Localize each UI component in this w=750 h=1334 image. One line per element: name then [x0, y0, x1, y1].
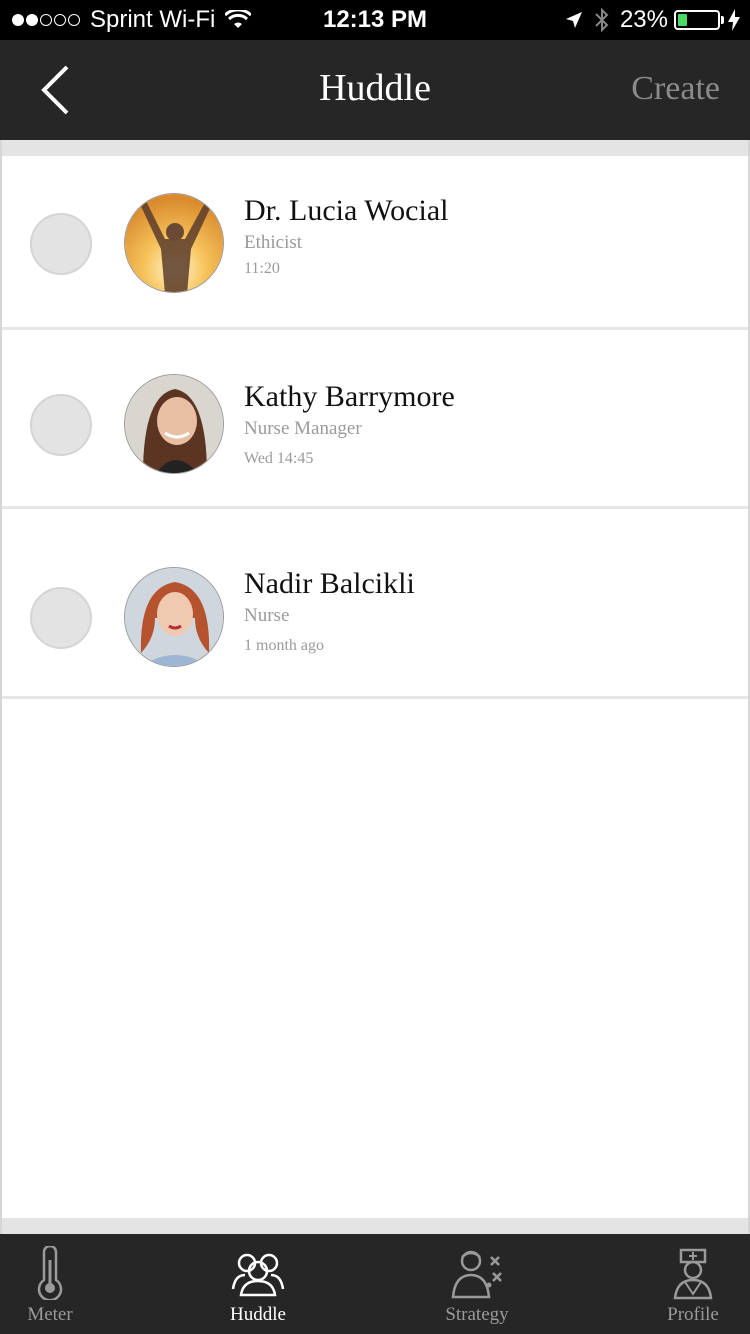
select-checkbox[interactable]	[30, 587, 92, 649]
avatar	[124, 567, 224, 667]
thermometer-icon	[37, 1246, 63, 1300]
contact-name: Dr. Lucia Wocial	[244, 194, 449, 227]
contact-list: Dr. Lucia Wocial Ethicist 11:20 Kathy Ba…	[0, 140, 750, 1234]
tab-label: Huddle	[230, 1304, 286, 1325]
avatar	[124, 374, 224, 474]
strategy-person-icon	[451, 1250, 502, 1299]
avatar	[124, 193, 224, 293]
bluetooth-icon	[595, 7, 609, 33]
list-bottom-divider	[2, 1218, 748, 1234]
contact-time: 1 month ago	[244, 637, 324, 654]
location-arrow-icon	[565, 12, 582, 28]
tab-label: Strategy	[445, 1304, 509, 1325]
tab-label: Meter	[27, 1304, 73, 1325]
contact-time: 11:20	[244, 260, 280, 277]
contact-name: Kathy Barrymore	[244, 380, 455, 413]
contact-time: Wed 14:45	[244, 450, 314, 467]
contact-row[interactable]: Dr. Lucia Wocial Ethicist 11:20	[2, 156, 748, 330]
contact-row[interactable]: Nadir Balcikli Nurse 1 month ago	[2, 509, 748, 699]
contact-name: Nadir Balcikli	[244, 567, 415, 600]
battery-icon	[674, 10, 720, 30]
contact-role: Nurse Manager	[244, 418, 362, 439]
battery-percent: 23%	[619, 6, 668, 33]
select-checkbox[interactable]	[30, 213, 92, 275]
status-bar: Sprint Wi-Fi 12:13 PM 23%	[0, 0, 750, 40]
contact-text: Nadir Balcikli Nurse 1 month ago	[244, 567, 415, 655]
tab-bar: Meter Huddle Strategy Profile	[0, 1234, 750, 1334]
tab-label: Profile	[667, 1304, 719, 1325]
contact-role: Ethicist	[244, 232, 303, 253]
tab-huddle[interactable]: Huddle	[198, 1244, 318, 1326]
status-right: 23%	[564, 6, 740, 34]
nurse-icon	[673, 1248, 713, 1300]
create-button[interactable]: Create	[631, 70, 720, 108]
contact-text: Kathy Barrymore Nurse Manager Wed 14:45	[244, 380, 455, 468]
navigation-bar: Huddle Create	[0, 40, 750, 140]
select-checkbox[interactable]	[30, 394, 92, 456]
tab-meter[interactable]: Meter	[0, 1244, 110, 1326]
contact-role: Nurse	[244, 605, 290, 626]
tab-strategy[interactable]: Strategy	[417, 1244, 537, 1326]
list-top-divider	[2, 140, 748, 156]
group-icon	[231, 1253, 285, 1297]
charging-bolt-icon	[728, 9, 740, 31]
contact-row[interactable]: Kathy Barrymore Nurse Manager Wed 14:45	[2, 330, 748, 509]
tab-profile[interactable]: Profile	[633, 1244, 750, 1326]
contact-text: Dr. Lucia Wocial Ethicist 11:20	[244, 194, 448, 278]
